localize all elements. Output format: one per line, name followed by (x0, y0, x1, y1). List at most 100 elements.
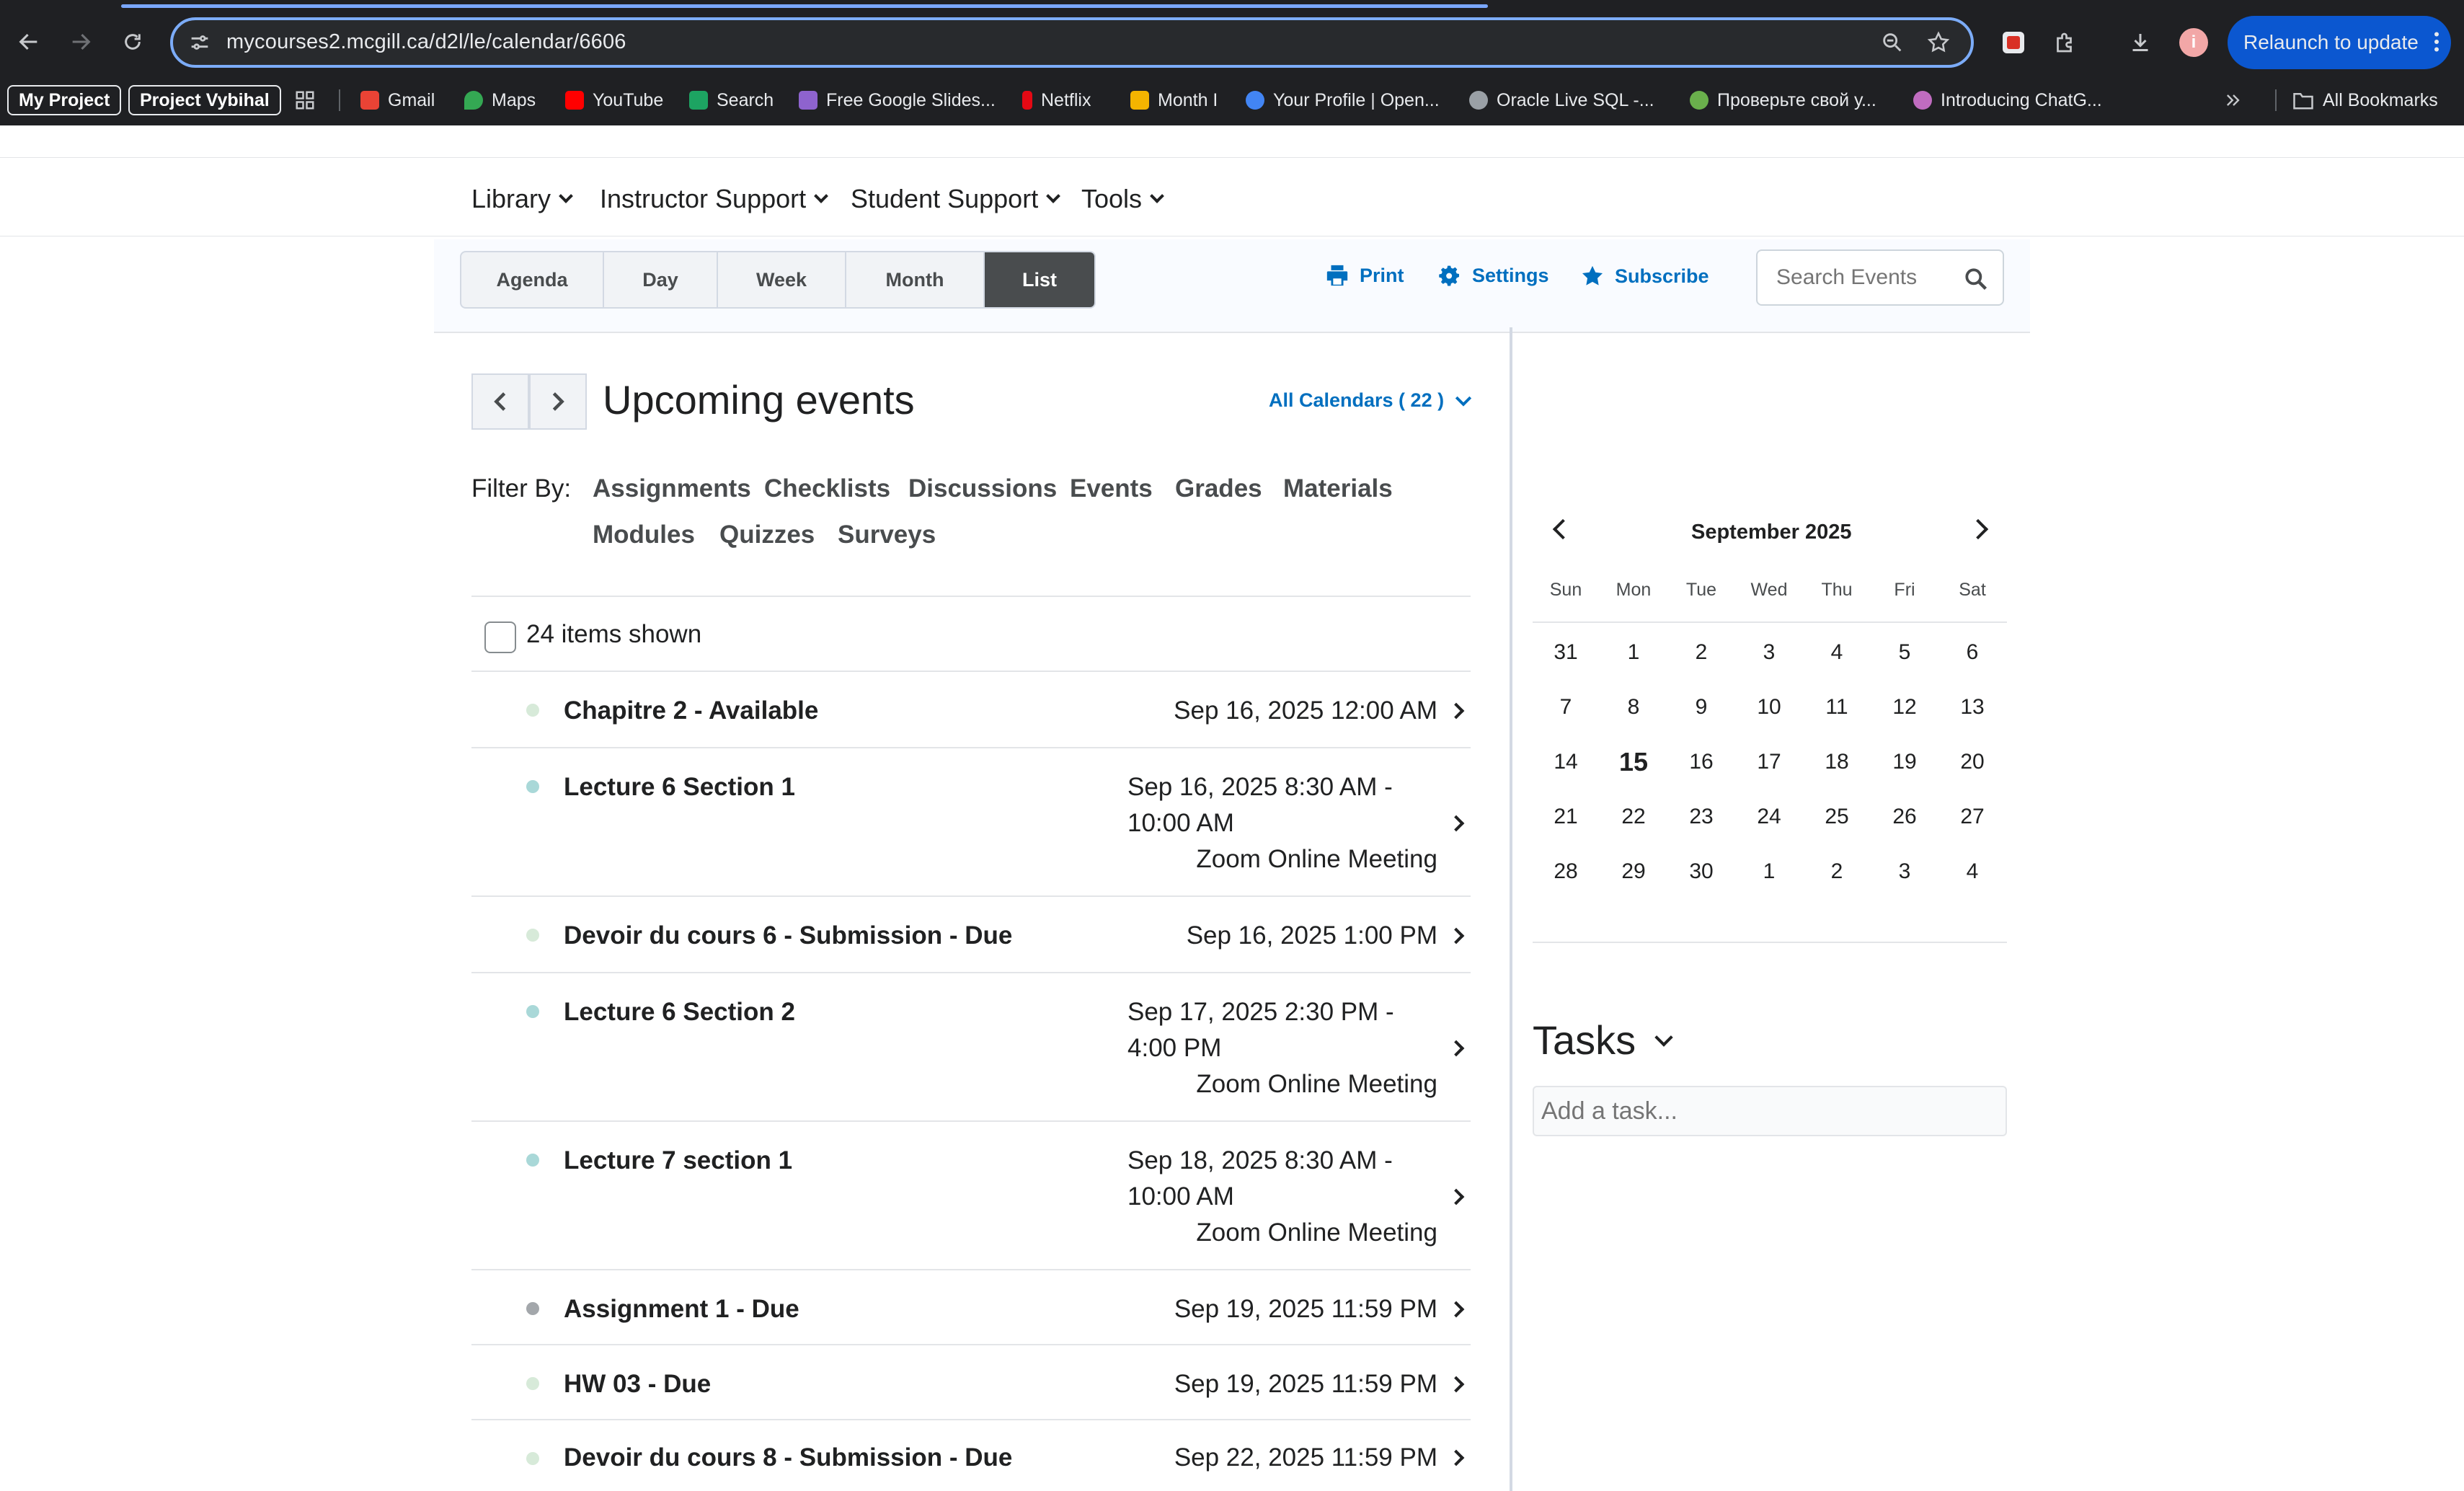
calendar-day[interactable]: 24 (1747, 805, 1791, 829)
extension-pdf-icon[interactable] (1995, 25, 2031, 61)
event-row[interactable]: Lecture 6 Section 2 Sep 17, 2025 2:30 PM… (471, 972, 1471, 1120)
calendar-day[interactable]: 23 (1680, 805, 1723, 829)
all-calendars-dropdown[interactable]: All Calendars ( 22 ) (1269, 389, 1473, 412)
calendar-day[interactable]: 18 (1815, 750, 1858, 774)
bookmark-gmail[interactable]: Gmail (360, 87, 435, 114)
event-name[interactable]: HW 03 - Due (564, 1370, 711, 1399)
tab-agenda[interactable]: Agenda (461, 252, 604, 307)
url-text[interactable]: mycourses2.mcgill.ca/d2l/le/calendar/660… (226, 30, 626, 54)
more-vert-icon[interactable] (2432, 29, 2441, 60)
event-name[interactable]: Chapitre 2 - Available (564, 696, 818, 725)
calendar-day[interactable]: 6 (1951, 640, 1994, 665)
chevron-down-icon[interactable] (1654, 1027, 1673, 1047)
filter-modules[interactable]: Modules (593, 521, 695, 549)
calendar-day[interactable]: 14 (1544, 750, 1587, 774)
event-row[interactable]: Assignment 1 - Due Sep 19, 2025 11:59 PM (471, 1269, 1471, 1344)
next-month-chevron-icon[interactable] (1967, 518, 1989, 540)
calendar-day-today[interactable]: 15 (1612, 747, 1655, 777)
calendar-day[interactable]: 1 (1612, 640, 1655, 665)
previous-page-button[interactable] (471, 373, 529, 430)
event-name[interactable]: Lecture 7 section 1 (564, 1146, 792, 1175)
apps-grid-icon[interactable] (294, 87, 316, 114)
tab-month[interactable]: Month (846, 252, 985, 307)
tasks-header[interactable]: Tasks (1533, 1017, 1673, 1063)
search-input[interactable] (1776, 265, 1964, 290)
event-name[interactable]: Assignment 1 - Due (564, 1295, 799, 1324)
event-name[interactable]: Devoir du cours 8 - Submission - Due (564, 1443, 1012, 1472)
chevron-right-icon[interactable] (1448, 1301, 1465, 1318)
profile-avatar[interactable]: i (2176, 25, 2212, 61)
calendar-day[interactable]: 2 (1815, 859, 1858, 884)
chevron-right-icon[interactable] (1448, 702, 1465, 720)
chevron-right-icon[interactable] (1448, 927, 1465, 944)
nav-tools[interactable]: Tools (1081, 184, 1164, 214)
address-bar[interactable]: mycourses2.mcgill.ca/d2l/le/calendar/660… (170, 17, 1974, 68)
bookmark-netflix[interactable]: Netflix (1022, 87, 1091, 114)
filter-discussions[interactable]: Discussions (908, 474, 1057, 503)
all-bookmarks-button[interactable]: All Bookmarks (2292, 87, 2438, 114)
event-row[interactable]: HW 03 - Due Sep 19, 2025 11:59 PM (471, 1344, 1471, 1419)
zoom-icon[interactable] (1880, 30, 1905, 58)
bookmark-search[interactable]: Search (689, 87, 774, 114)
calendar-day[interactable]: 2 (1680, 640, 1723, 665)
calendar-day[interactable]: 8 (1612, 695, 1655, 720)
calendar-day[interactable]: 21 (1544, 805, 1587, 829)
event-row[interactable]: Chapitre 2 - Available Sep 16, 2025 12:0… (471, 671, 1471, 747)
filter-grades[interactable]: Grades (1175, 474, 1262, 503)
calendar-day[interactable]: 20 (1951, 750, 1994, 774)
calendar-day[interactable]: 3 (1883, 859, 1926, 884)
bookmark-star-icon[interactable] (1926, 30, 1951, 58)
search-events-field[interactable] (1756, 249, 2004, 306)
calendar-day[interactable]: 4 (1815, 640, 1858, 665)
calendar-day[interactable]: 19 (1883, 750, 1926, 774)
tab-week[interactable]: Week (718, 252, 846, 307)
back-button[interactable] (12, 25, 46, 59)
add-task-input[interactable] (1541, 1097, 1988, 1125)
bookmark-maps[interactable]: Maps (464, 87, 536, 114)
calendar-day[interactable]: 26 (1883, 805, 1926, 829)
filter-materials[interactable]: Materials (1283, 474, 1393, 503)
calendar-day[interactable]: 17 (1747, 750, 1791, 774)
calendar-day[interactable]: 3 (1747, 640, 1791, 665)
relaunch-button[interactable]: Relaunch to update (2228, 16, 2451, 69)
bookmark-free-google-slides[interactable]: Free Google Slides... (799, 87, 996, 114)
chevron-right-icon[interactable] (1448, 1040, 1465, 1057)
calendar-day[interactable]: 27 (1951, 805, 1994, 829)
search-icon[interactable] (1962, 265, 1990, 296)
calendar-day[interactable]: 30 (1680, 859, 1723, 884)
tab-list[interactable]: List (985, 252, 1094, 307)
select-all-checkbox[interactable] (484, 621, 516, 653)
calendar-day[interactable]: 9 (1680, 695, 1723, 720)
bookmark-my-project[interactable]: My Project (7, 85, 122, 115)
reload-button[interactable] (115, 25, 150, 59)
tab-day[interactable]: Day (604, 252, 718, 307)
chevron-right-icon[interactable] (1448, 1449, 1465, 1466)
forward-button[interactable] (63, 25, 98, 59)
calendar-day[interactable]: 16 (1680, 750, 1723, 774)
nav-instructor-support[interactable]: Instructor Support (600, 184, 829, 214)
chevron-right-icon[interactable] (1448, 1376, 1465, 1393)
calendar-day[interactable]: 22 (1612, 805, 1655, 829)
calendar-day[interactable]: 7 (1544, 695, 1587, 720)
bookmark-youtube[interactable]: YouTube (565, 87, 663, 114)
bookmark-project-vybihal[interactable]: Project Vybihal (128, 85, 281, 115)
filter-quizzes[interactable]: Quizzes (719, 521, 815, 549)
chevron-right-icon[interactable] (1448, 1188, 1465, 1205)
calendar-day[interactable]: 12 (1883, 695, 1926, 720)
bookmark-introducing-chatg[interactable]: Introducing ChatG... (1913, 87, 2102, 114)
filter-surveys[interactable]: Surveys (838, 521, 936, 549)
bookmark-oracle-live-sql[interactable]: Oracle Live SQL -... (1469, 87, 1654, 114)
bookmark-month[interactable]: Month I (1130, 87, 1218, 114)
calendar-day[interactable]: 10 (1747, 695, 1791, 720)
calendar-day[interactable]: 13 (1951, 695, 1994, 720)
nav-student-support[interactable]: Student Support (851, 184, 1061, 214)
site-info-icon[interactable] (187, 30, 212, 58)
calendar-day[interactable]: 25 (1815, 805, 1858, 829)
previous-month-chevron-icon[interactable] (1552, 518, 1574, 540)
nav-library[interactable]: Library (471, 184, 573, 214)
print-button[interactable]: Print (1325, 264, 1404, 287)
filter-events[interactable]: Events (1070, 474, 1153, 503)
next-page-button[interactable] (529, 373, 587, 430)
event-row[interactable]: Devoir du cours 8 - Submission - Due Sep… (471, 1419, 1471, 1491)
subscribe-button[interactable]: Subscribe (1580, 264, 1709, 288)
